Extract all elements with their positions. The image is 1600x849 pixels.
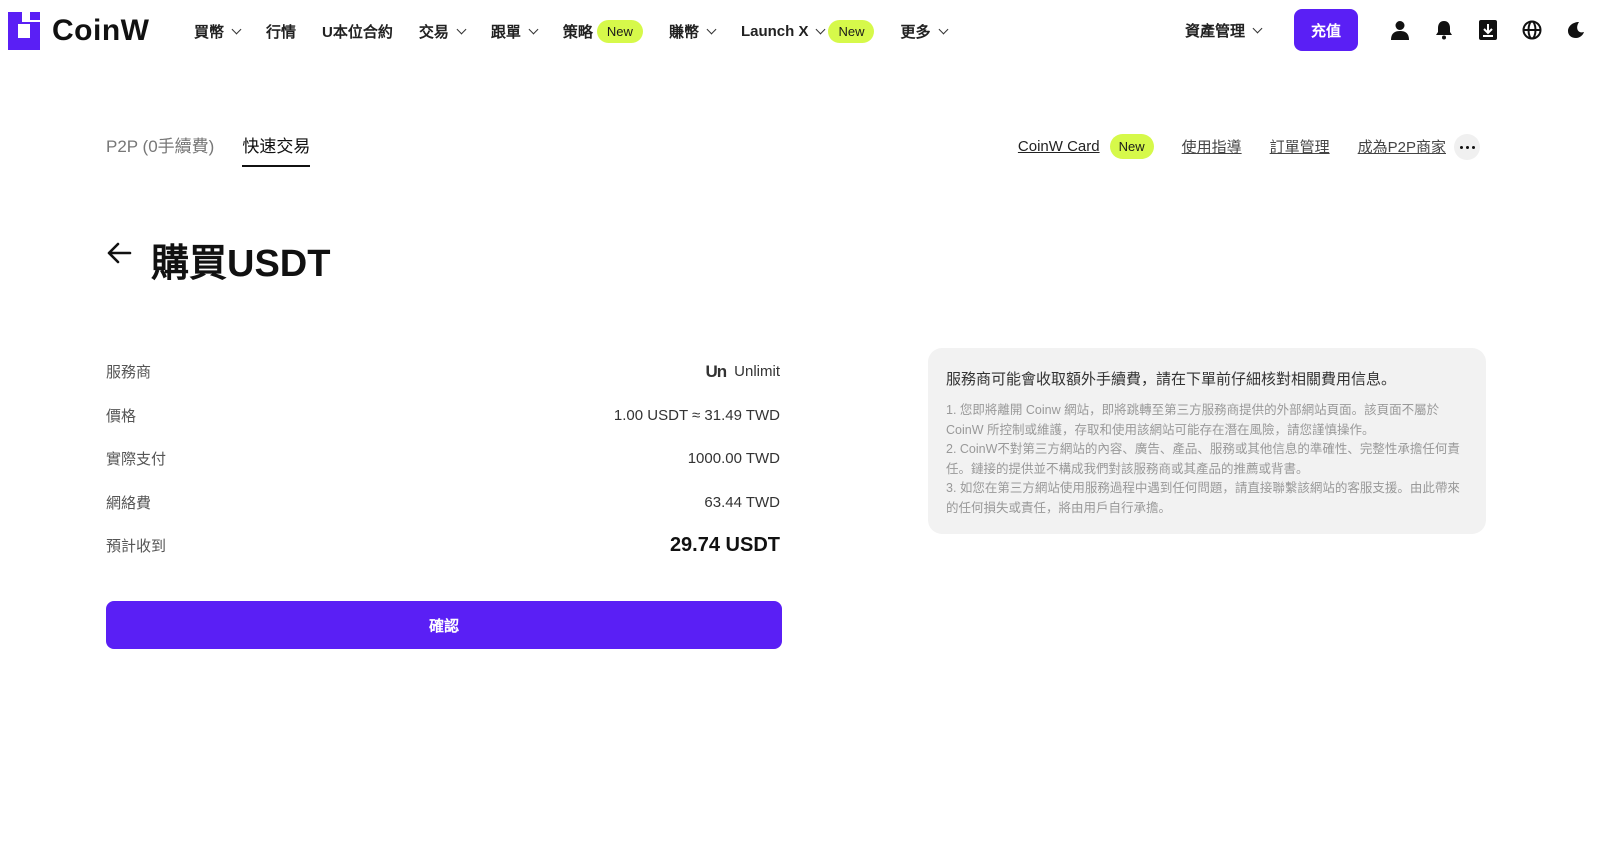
bell-icon[interactable] [1432,18,1456,42]
dot [1459,145,1463,149]
back-arrow-icon[interactable] [106,241,132,265]
asset-management-menu[interactable]: 資產管理 [1185,20,1263,41]
new-badge: New [596,19,643,43]
tab-p2p[interactable]: P2P (0手續費) [106,132,214,167]
detail-row-payment: 實際支付 1000.00 TWD [106,437,780,481]
new-badge: New [828,19,875,43]
order-management-link[interactable]: 訂單管理 [1270,136,1330,157]
subnav-links: CoinW Card New 使用指導 訂單管理 成為P2P商家 [1018,134,1446,159]
provider-name: Unlimit [734,363,780,381]
detail-row-receive: 預計收到 29.74 USDT [106,524,780,568]
chevron-down-icon [456,24,467,34]
price-label: 價格 [106,407,137,425]
notice-line: 3. 如您在第三方網站使用服務過程中遇到任何問題，請直接聯繫該網站的客服支援。由… [946,481,1460,515]
coinw-card-link[interactable]: CoinW Card [1018,138,1100,155]
chevron-down-icon [528,24,539,34]
confirm-button[interactable]: 確認 [106,601,782,649]
more-options-button[interactable] [1454,134,1480,160]
nav-earn[interactable]: 賺幣 [668,21,717,42]
nav-launch-x[interactable]: Launch X New [740,19,875,43]
detail-row-provider: 服務商 Un Unlimit [106,350,780,394]
brand-name: CoinW [52,14,150,47]
coinw-logo[interactable]: CoinW [8,12,149,50]
main-nav: 買幣 行情 U本位合約 交易 跟單 策略 New 賺幣 Launch X New [194,18,973,44]
dot [1471,145,1475,149]
user-icon[interactable] [1388,18,1412,42]
network-fee-label: 網絡費 [106,494,152,512]
nav-strategy[interactable]: 策略 New [562,19,643,43]
network-fee-value: 63.44 TWD [704,493,780,511]
chevron-down-icon [706,24,717,34]
nav-markets[interactable]: 行情 [266,21,296,42]
nav-label: U本位合約 [322,23,393,41]
provider-value: Un Unlimit [705,362,780,382]
disclaimer-notice: 服務商可能會收取額外手續費，請在下單前仔細核對相關費用信息。 1. 您即將離開 … [928,348,1486,534]
nav-label: 更多 [900,23,931,41]
nav-label: 買幣 [194,23,225,41]
detail-row-network-fee: 網絡費 63.44 TWD [106,481,780,525]
nav-copy-trading[interactable]: 跟單 [490,21,539,42]
notice-line: 1. 您即將離開 Coinw 網站，即將跳轉至第三方服務商提供的外部網站頁面。該… [946,403,1440,437]
chevron-down-icon [231,24,242,34]
globe-icon[interactable] [1520,18,1544,42]
nav-label: 行情 [266,23,297,41]
receive-label: 預計收到 [106,538,167,556]
nav-buy-crypto[interactable]: 買幣 [194,21,242,42]
unlimit-logo-icon: Un [705,361,727,381]
nav-label: 賺幣 [668,23,699,41]
deposit-button[interactable]: 充值 [1294,9,1358,51]
provider-label: 服務商 [106,364,152,382]
payment-value: 1000.00 TWD [687,450,780,468]
payment-label: 實際支付 [106,451,167,469]
user-guide-link[interactable]: 使用指導 [1182,136,1242,157]
receive-value: 29.74 USDT [669,534,780,557]
nav-label: 交易 [418,23,449,41]
order-details: 服務商 Un Unlimit 價格 1.00 USDT ≈ 31.49 TWD … [106,350,780,568]
moon-icon[interactable] [1564,18,1588,42]
become-merchant-link[interactable]: 成為P2P商家 [1358,136,1446,157]
download-icon[interactable] [1476,18,1500,42]
chevron-down-icon [1252,23,1263,34]
nav-more[interactable]: 更多 [900,21,948,42]
new-badge: New [1109,134,1154,159]
chevron-down-icon [938,24,948,34]
nav-label: Launch X [740,22,809,40]
tab-quick-trade[interactable]: 快速交易 [242,132,311,167]
nav-label: 策略 [562,23,593,41]
asset-management-label: 資產管理 [1185,23,1246,40]
price-value: 1.00 USDT ≈ 31.49 TWD [613,406,780,424]
dot [1465,145,1469,149]
nav-label: 跟單 [490,23,521,41]
top-header: CoinW 買幣 行情 U本位合約 交易 跟單 策略 New 賺幣 Launch… [0,0,1600,62]
nav-trade[interactable]: 交易 [418,21,467,42]
detail-row-price: 價格 1.00 USDT ≈ 31.49 TWD [106,394,780,438]
page-title: 購買USDT [151,243,331,285]
nav-futures[interactable]: U本位合約 [322,21,393,42]
chevron-down-icon [816,24,826,34]
notice-line: 2. CoinW不對第三方網站的內容、廣告、產品、服務或其他信息的準確性、完整性… [946,442,1460,476]
notice-title: 服務商可能會收取額外手續費，請在下單前仔細核對相關費用信息。 [946,371,1397,388]
coinw-logo-icon [8,12,40,50]
trade-mode-tabs: P2P (0手續費) 快速交易 [106,132,338,167]
